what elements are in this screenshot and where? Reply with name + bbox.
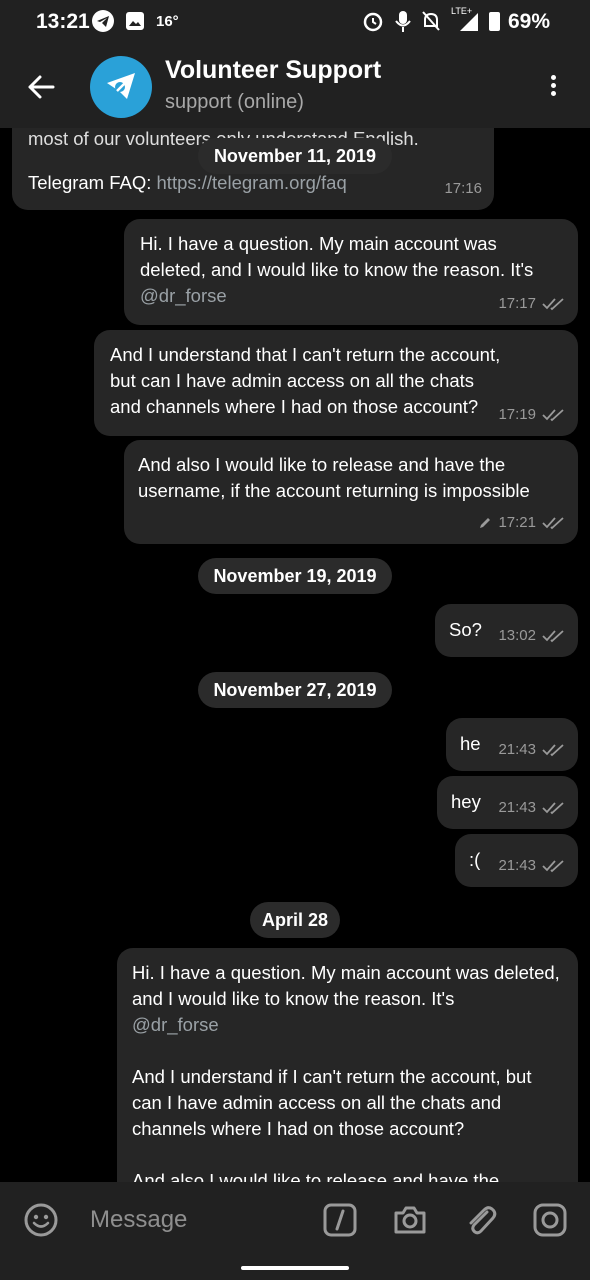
chat-title[interactable]: Volunteer Support bbox=[165, 56, 381, 85]
message-link[interactable]: https://telegram.org/faq bbox=[157, 172, 347, 193]
double-check-icon bbox=[542, 517, 564, 530]
battery-icon bbox=[489, 12, 500, 31]
message-bubble[interactable]: So? 13:02 bbox=[435, 604, 578, 657]
message-bubble[interactable]: he 21:43 bbox=[446, 718, 578, 771]
status-temperature: 16° bbox=[156, 13, 179, 30]
home-indicator[interactable] bbox=[241, 1266, 349, 1270]
battery-percent: 69% bbox=[508, 10, 551, 33]
date-separator: November 27, 2019 bbox=[198, 672, 392, 708]
avatar[interactable] bbox=[90, 56, 152, 118]
mention-link[interactable]: @dr_forse bbox=[132, 1012, 563, 1038]
message-bubble[interactable]: :( 21:43 bbox=[455, 834, 578, 887]
menu-icon[interactable] bbox=[540, 72, 566, 102]
emoji-icon[interactable] bbox=[23, 1202, 59, 1238]
date-separator: November 19, 2019 bbox=[198, 558, 392, 594]
message-bubble[interactable]: Hi. I have a question. My main account w… bbox=[117, 948, 578, 1182]
edited-pencil-icon bbox=[480, 518, 491, 529]
message-bubble[interactable]: And also I would like to release and hav… bbox=[124, 440, 578, 544]
double-check-icon bbox=[542, 298, 564, 311]
message-bubble[interactable]: Hi. I have a question. My main account w… bbox=[124, 219, 578, 325]
message-time: 17:16 bbox=[444, 180, 482, 197]
alarm-icon bbox=[362, 9, 384, 33]
status-time: 13:21 bbox=[36, 10, 90, 33]
double-check-icon bbox=[542, 409, 564, 422]
message-text: And also I would like to release and hav… bbox=[132, 1170, 500, 1182]
date-separator: November 11, 2019 bbox=[198, 138, 392, 174]
message-meta: 21:43 bbox=[498, 795, 566, 821]
camera-icon[interactable] bbox=[392, 1202, 428, 1238]
image-notification-icon bbox=[126, 12, 144, 30]
chat-status: support (online) bbox=[165, 91, 304, 113]
status-bar: 13:21 16° LTE+ 69% bbox=[0, 0, 590, 44]
double-check-icon bbox=[542, 630, 564, 643]
message-meta: 17:17 bbox=[498, 291, 566, 317]
notifications-off-icon bbox=[420, 9, 442, 33]
message-text: And I understand if I can't return the a… bbox=[132, 1066, 537, 1139]
message-meta: 21:43 bbox=[498, 853, 566, 879]
chat-header: Volunteer Support support (online) bbox=[0, 44, 590, 128]
signal-icon bbox=[458, 9, 480, 33]
message-meta: 17:21 bbox=[478, 510, 566, 536]
message-bubble[interactable]: And I understand that I can't return the… bbox=[94, 330, 578, 436]
microphone-icon bbox=[392, 9, 414, 33]
double-check-icon bbox=[542, 802, 564, 815]
attach-icon[interactable] bbox=[463, 1202, 499, 1238]
message-text: And also I would like to release and hav… bbox=[138, 454, 530, 501]
message-bubble[interactable]: hey 21:43 bbox=[437, 776, 578, 829]
message-input[interactable]: Message bbox=[90, 1206, 187, 1234]
message-meta: 17:19 bbox=[498, 402, 566, 428]
instagram-icon[interactable] bbox=[532, 1202, 568, 1238]
bot-command-icon[interactable] bbox=[322, 1202, 358, 1238]
double-check-icon bbox=[542, 744, 564, 757]
date-separator: April 28 bbox=[250, 902, 340, 938]
message-list[interactable]: most of our volunteers only understand E… bbox=[0, 128, 590, 1182]
message-meta: 13:02 bbox=[498, 623, 566, 649]
double-check-icon bbox=[542, 860, 564, 873]
message-text: And I understand that I can't return the… bbox=[110, 344, 506, 417]
message-text: Hi. I have a question. My main account w… bbox=[140, 233, 534, 280]
message-text: Hi. I have a question. My main account w… bbox=[132, 962, 565, 1009]
back-arrow-icon[interactable] bbox=[26, 72, 56, 102]
message-meta: 21:43 bbox=[498, 737, 566, 763]
telegram-notification-icon bbox=[92, 10, 114, 32]
